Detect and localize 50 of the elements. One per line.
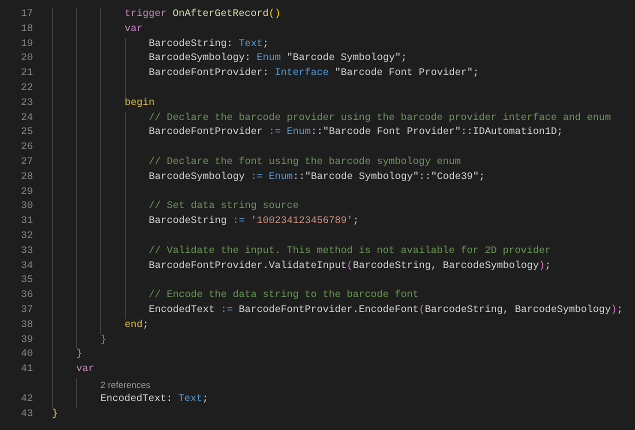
line-number: 43 <box>20 408 33 422</box>
line-number: 41 <box>20 363 33 378</box>
line-number: 39 <box>20 334 33 348</box>
line-number: 32 <box>20 230 33 244</box>
line-number: 31 <box>20 215 33 230</box>
code-line: BarcodeString := '100234123456789'; <box>148 215 359 230</box>
line-number: 23 <box>20 96 33 111</box>
code-line: // Validate the input. This method is not available for 2D provider <box>148 244 551 259</box>
line-number: 30 <box>20 200 33 214</box>
code-line: // Encode the data string to the barcode font <box>148 289 419 304</box>
code-line: end; <box>124 318 149 333</box>
line-number: 42 <box>20 392 33 407</box>
line-number: 28 <box>20 170 33 185</box>
line-number: 18 <box>20 22 33 37</box>
line-number: 33 <box>20 244 33 259</box>
code-line: BarcodeString: Text; <box>148 38 269 52</box>
code-line: } <box>76 348 82 362</box>
line-number: 22 <box>20 82 33 96</box>
code-line: var <box>124 22 143 37</box>
line-number: 37 <box>20 304 33 318</box>
line-number: 35 <box>20 274 33 288</box>
code-line: } <box>52 408 58 422</box>
line-number: 34 <box>20 260 33 274</box>
code-line: BarcodeSymbology: Enum "Barcode Symbology"; <box>148 52 407 66</box>
line-number: 17 <box>20 8 33 22</box>
code-line: EncodedText := BarcodeFontProvider.EncodeFont(BarcodeString, BarcodeSymbology); <box>148 304 623 318</box>
code-line: BarcodeSymbology := Enum::"Barcode Symbology"::"Code39"; <box>148 170 485 185</box>
references-link[interactable]: 2 references <box>100 378 150 393</box>
code-line: var <box>76 363 94 378</box>
line-number: 24 <box>20 112 33 126</box>
line-number: 27 <box>20 156 33 170</box>
line-number: 21 <box>20 67 33 82</box>
code-line: trigger OnAfterGetRecord() <box>124 8 281 22</box>
line-number: 29 <box>20 186 33 200</box>
code-line: BarcodeFontProvider.ValidateInput(BarcodeString, BarcodeSymbology); <box>148 260 551 274</box>
code-line: // Declare the barcode provider using the barcode provider interface and enum <box>148 112 611 126</box>
code-line: // Declare the font using the barcode symbology enum <box>148 156 461 170</box>
line-number: 19 <box>20 38 33 52</box>
code-line: EncodedText: Text; <box>100 392 208 407</box>
line-number: 36 <box>20 289 33 304</box>
line-number: 26 <box>20 141 33 156</box>
code-line: BarcodeFontProvider := Enum::"Barcode Font Provider"::IDAutomation1D; <box>148 126 563 140</box>
line-number: 38 <box>20 318 33 333</box>
line-number: 25 <box>20 126 33 140</box>
line-number: 20 <box>20 52 33 66</box>
code-line: } <box>100 334 106 348</box>
line-number: 40 <box>20 348 33 362</box>
code-line: BarcodeFontProvider: Interface "Barcode Font Provider"; <box>148 67 479 82</box>
code-line: // Set data string source <box>148 200 299 214</box>
code-line: begin <box>124 96 155 111</box>
